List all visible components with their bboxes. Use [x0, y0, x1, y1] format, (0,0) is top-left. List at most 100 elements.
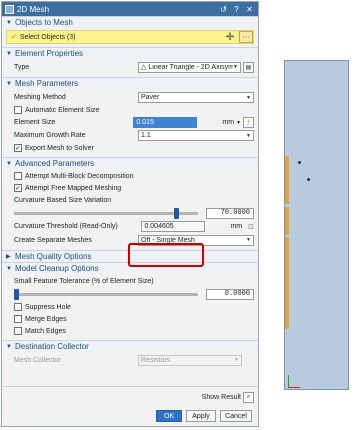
tolerance-label-row: Small Feature Tolerance (% of Element Si… [2, 275, 258, 287]
chevron-down-icon: ▼ [246, 237, 251, 243]
curvature-threshold-value: 0.004605 [141, 221, 206, 232]
suppress-hole-row[interactable]: Suppress Hole [2, 301, 258, 313]
lock-icon: ⊡ [248, 223, 254, 231]
ok-button[interactable]: OK [156, 410, 182, 422]
curvature-threshold-row: Curvature Threshold (Read-Only) 0.004605… [2, 220, 258, 233]
growth-rate-row: Maximum Growth Rate 1.1 ▼ [2, 129, 258, 142]
select-objects-row[interactable]: ✔ Select Objects (3) ✛ ··· [6, 30, 254, 44]
section-element-properties[interactable]: ▼ Element Properties [2, 47, 258, 59]
chevron-down-icon: ▼ [6, 160, 12, 167]
orange-segment [285, 237, 289, 329]
element-size-input[interactable]: 0.015 [133, 117, 198, 128]
free-mapped-row[interactable]: ✓ Attempt Free Mapped Meshing [2, 182, 258, 194]
section-title: Model Cleanup Options [15, 264, 99, 273]
element-size-unit: mm [222, 119, 235, 126]
suppress-hole-label: Suppress Hole [25, 303, 71, 311]
auto-element-size-checkbox[interactable] [14, 106, 22, 114]
match-edges-row[interactable]: Match Edges [2, 325, 258, 337]
show-result-label[interactable]: Show Result [202, 394, 241, 401]
free-mapped-label: Attempt Free Mapped Meshing [25, 184, 122, 192]
export-mesh-row[interactable]: ✓ Export Mesh to Solver [2, 142, 258, 154]
element-table-icon[interactable]: ▤ [243, 61, 254, 73]
section-advanced-parameters[interactable]: ▼ Advanced Parameters [2, 157, 258, 169]
growth-rate-label: Maximum Growth Rate [14, 132, 86, 139]
section-title: Destination Collector [15, 342, 89, 351]
meshing-method-dropdown[interactable]: Paver ▼ [138, 92, 254, 103]
close-button[interactable]: ✕ [244, 4, 255, 15]
match-edges-checkbox[interactable] [14, 327, 22, 335]
reset-button[interactable]: ↺ [218, 4, 229, 15]
curvature-value-input[interactable]: 70.0000 [206, 207, 254, 219]
mesh-collector-row: Mesh Collector Resistors ▼ [2, 353, 258, 367]
dialog-title: 2D Mesh [17, 4, 50, 14]
magnifier-icon[interactable]: ⌕ [243, 391, 254, 403]
chevron-down-icon: ▼ [246, 94, 251, 101]
free-mapped-checkbox[interactable]: ✓ [14, 184, 22, 192]
axis-triad-icon [286, 375, 304, 389]
chevron-down-icon: ▼ [6, 50, 12, 57]
section-title: Advanced Parameters [15, 159, 95, 168]
tolerance-value-input[interactable]: 0.0000 [206, 288, 254, 300]
curvature-threshold-unit: mm [230, 223, 243, 230]
section-title: Mesh Quality Options [15, 252, 92, 261]
formula-icon[interactable]: ƒ [243, 117, 254, 128]
apply-button[interactable]: Apply [186, 410, 216, 422]
meshing-method-row: Meshing Method Paver ▼ [2, 91, 258, 104]
tolerance-slider-thumb[interactable] [14, 288, 19, 300]
tolerance-label: Small Feature Tolerance (% of Element Si… [14, 277, 154, 285]
chevron-down-icon: ▼ [233, 64, 238, 70]
meshing-method-label: Meshing Method [14, 94, 66, 101]
curvature-slider-thumb[interactable] [173, 207, 179, 219]
mesh-collector-label: Mesh Collector [14, 356, 61, 364]
multi-block-checkbox[interactable] [14, 172, 22, 180]
more-options-button[interactable]: ··· [239, 31, 253, 43]
mesh-collector-dropdown: Resistors ▼ [138, 354, 242, 366]
mesh-app-icon [5, 4, 14, 14]
element-size-label: Element Size [14, 119, 56, 126]
orange-segment [285, 207, 289, 235]
unit-dropdown-icon[interactable]: ▼ [236, 120, 241, 126]
highlight-callout [128, 243, 204, 267]
select-objects-label: Select Objects (3) [19, 33, 76, 41]
auto-element-size-label: Automatic Element Size [25, 106, 100, 114]
merge-edges-row[interactable]: Merge Edges [2, 313, 258, 325]
tolerance-slider[interactable] [14, 288, 198, 300]
chevron-down-icon: ▼ [6, 265, 12, 272]
orange-segment [285, 156, 289, 204]
growth-rate-dropdown[interactable]: 1.1 ▼ [138, 130, 254, 141]
help-button[interactable]: ? [231, 4, 242, 15]
check-arrow-icon: ✔ [11, 34, 17, 41]
chevron-down-icon: ▼ [6, 80, 12, 87]
section-mesh-parameters[interactable]: ▼ Mesh Parameters [2, 77, 258, 89]
mesh-dialog: 2D Mesh ↺ ? ✕ ▼ Objects to Mesh ✔ Select… [1, 1, 259, 427]
element-size-row: Element Size 0.015 mm ▼ ƒ [2, 116, 258, 129]
merge-edges-checkbox[interactable] [14, 315, 22, 323]
title-bar: 2D Mesh ↺ ? ✕ [2, 2, 258, 16]
tolerance-slider-row: 0.0000 [2, 287, 258, 301]
type-label: Type [14, 63, 30, 71]
cancel-button[interactable]: Cancel [220, 410, 252, 422]
suppress-hole-checkbox[interactable] [14, 303, 22, 311]
export-mesh-checkbox[interactable]: ✓ [14, 144, 22, 152]
separate-meshes-label: Create Separate Meshes [14, 236, 92, 244]
multi-block-row[interactable]: Attempt Multi-Block Decomposition [2, 170, 258, 182]
node-marker [298, 161, 301, 164]
section-destination-collector[interactable]: ▼ Destination Collector [2, 340, 258, 352]
dialog-footer: Show Result ⌕ OK Apply Cancel [2, 386, 258, 426]
auto-element-size-row[interactable]: Automatic Element Size [2, 104, 258, 116]
curvature-label-row: Curvature Based Size Variation [2, 194, 258, 206]
chevron-right-icon: ▶ [6, 254, 11, 260]
curvature-threshold-label: Curvature Threshold (Read-Only) [14, 223, 118, 230]
chevron-down-icon: ▼ [246, 132, 251, 139]
section-title: Objects to Mesh [15, 18, 73, 27]
curvature-slider[interactable] [14, 207, 198, 219]
chevron-down-icon: ▼ [234, 357, 239, 363]
section-title: Mesh Parameters [15, 79, 79, 88]
mesh-geometry[interactable] [284, 60, 349, 390]
curvature-label: Curvature Based Size Variation [14, 196, 112, 204]
chevron-down-icon: ▼ [6, 19, 12, 26]
section-objects-to-mesh[interactable]: ▼ Objects to Mesh [2, 16, 258, 28]
crosshair-icon[interactable]: ✛ [224, 31, 236, 43]
type-dropdown[interactable]: △ Linear Triangle - 2D Axisymm ▼ [138, 61, 241, 73]
type-row: Type △ Linear Triangle - 2D Axisymm ▼ ▤ [2, 59, 258, 75]
